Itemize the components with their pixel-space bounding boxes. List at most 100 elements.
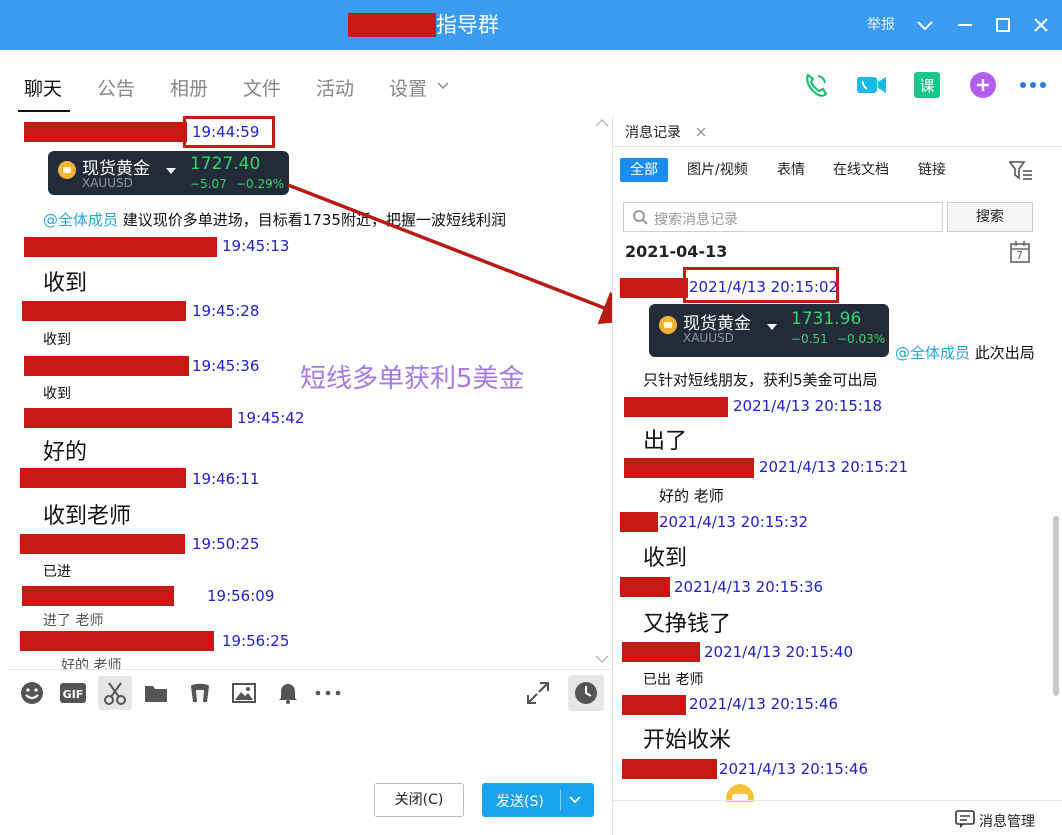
close-history-icon[interactable] xyxy=(695,122,707,142)
filter-funnel-icon[interactable] xyxy=(1008,160,1033,186)
tab-files[interactable]: 文件 xyxy=(243,74,281,101)
minimize-icon[interactable] xyxy=(950,10,980,40)
maximize-icon[interactable] xyxy=(988,10,1018,40)
message-text: 收到 xyxy=(43,386,71,402)
caret-down-icon xyxy=(166,161,176,180)
tab-album[interactable]: 相册 xyxy=(170,74,208,101)
redacted-sender xyxy=(622,642,700,662)
message-text: 已出 老师 xyxy=(643,672,704,688)
bell-icon[interactable] xyxy=(275,680,301,706)
music-icon[interactable] xyxy=(187,680,213,706)
search-button[interactable]: 搜索 xyxy=(947,202,1033,232)
message-text: 进了 老师 xyxy=(43,613,104,629)
gold-quote-card[interactable]: 现货黄金 XAUUSD 1727.40 −5.07 −0.29% xyxy=(48,151,289,195)
message-text: 收到 xyxy=(643,546,688,571)
mention-all[interactable]: @全体成员 xyxy=(895,344,970,362)
quote-change: −0.51 xyxy=(791,332,828,346)
active-tab-indicator xyxy=(18,110,70,112)
filter-links[interactable]: 链接 xyxy=(918,158,946,182)
send-button[interactable]: 发送(S) xyxy=(482,783,594,817)
redacted-sender xyxy=(620,512,658,532)
window-title: 指导群 xyxy=(436,13,499,37)
redacted-sender xyxy=(24,408,232,428)
history-tab[interactable]: 消息记录 xyxy=(625,122,681,142)
image-icon[interactable] xyxy=(231,680,257,706)
redacted-sender xyxy=(24,122,187,142)
message-time: 2021/4/13 20:15:32 xyxy=(659,513,809,531)
redacted-sender xyxy=(24,237,217,257)
filter-emoji[interactable]: 表情 xyxy=(777,158,805,182)
screenshot-scissors-icon[interactable] xyxy=(98,676,132,710)
add-app-icon[interactable] xyxy=(968,70,998,100)
video-call-icon[interactable] xyxy=(856,70,886,100)
message-manage-icon[interactable] xyxy=(955,810,975,832)
voice-call-icon[interactable] xyxy=(801,70,831,100)
redacted-sender xyxy=(20,468,186,488)
message-text: 收到 xyxy=(43,332,71,348)
search-placeholder: 搜索消息记录 xyxy=(654,212,738,228)
search-icon xyxy=(632,209,648,229)
close-icon[interactable] xyxy=(1026,10,1056,40)
message-manage-button[interactable]: 消息管理 xyxy=(979,811,1035,831)
redacted-sender xyxy=(622,695,686,715)
quote-price: 1731.96 xyxy=(791,309,862,329)
message-time: 2021/4/13 20:15:40 xyxy=(704,643,854,661)
redacted-sender xyxy=(24,356,189,376)
tab-settings[interactable]: 设置 xyxy=(389,74,427,101)
tab-announcement[interactable]: 公告 xyxy=(97,74,135,101)
course-icon[interactable]: 课 xyxy=(912,70,942,100)
scroll-down-icon[interactable] xyxy=(595,652,609,668)
message-time: 2021/4/13 20:15:21 xyxy=(759,458,909,476)
redacted-sender xyxy=(624,458,754,478)
message-time: 2021/4/13 20:15:18 xyxy=(733,397,883,415)
tab-activity[interactable]: 活动 xyxy=(316,74,354,101)
filter-all[interactable]: 全部 xyxy=(620,158,668,182)
close-button[interactable]: 关闭(C) xyxy=(374,783,464,817)
quote-change-pct: −0.03% xyxy=(837,332,886,346)
svg-text:课: 课 xyxy=(919,77,934,95)
redacted-sender xyxy=(622,759,717,779)
message-time: 19:45:42 xyxy=(237,409,305,427)
filter-media[interactable]: 图片/视频 xyxy=(687,158,748,182)
report-button[interactable]: 举报 xyxy=(867,14,895,34)
send-separator xyxy=(560,789,561,811)
gif-icon[interactable]: GIF xyxy=(59,680,86,706)
caret-down-icon xyxy=(767,317,777,336)
divider xyxy=(613,146,1062,147)
message-text: 出了 xyxy=(643,429,688,454)
redacted-sender xyxy=(20,631,214,651)
emoji-icon[interactable] xyxy=(19,680,45,706)
message-input[interactable] xyxy=(7,715,611,835)
expand-icon[interactable] xyxy=(525,680,551,706)
folder-icon[interactable] xyxy=(143,680,169,706)
history-panel: 消息记录 全部 图片/视频 表情 在线文档 链接 搜索消息记录 搜索 2021-… xyxy=(612,116,1062,835)
message-time: 19:56:25 xyxy=(222,632,290,650)
settings-chevron-icon[interactable] xyxy=(436,78,450,97)
history-scrollbar[interactable] xyxy=(1053,516,1059,696)
send-label: 发送(S) xyxy=(496,794,544,810)
send-options-icon[interactable] xyxy=(568,789,582,813)
search-input[interactable]: 搜索消息记录 xyxy=(623,202,943,232)
message-text: 开始收米 xyxy=(643,728,732,753)
message-text: @全体成员 建议现价多单进场，目标看1735附近，把握一波短线利润 xyxy=(43,211,506,229)
quote-symbol: XAUUSD xyxy=(82,176,133,190)
redacted-sender xyxy=(624,397,728,417)
history-footer: 消息管理 xyxy=(613,800,1062,835)
filter-docs[interactable]: 在线文档 xyxy=(833,158,889,182)
more-icon[interactable] xyxy=(1018,70,1048,100)
input-toolbar: GIF xyxy=(7,669,611,715)
redacted-sender xyxy=(20,534,185,554)
gold-quote-card[interactable]: 现货黄金 XAUUSD 1731.96 −0.51 −0.03% xyxy=(649,304,889,357)
calendar-icon[interactable]: 7 xyxy=(1009,240,1031,268)
mention-all[interactable]: @全体成员 xyxy=(43,211,118,229)
tab-chat[interactable]: 聊天 xyxy=(24,74,62,101)
message-time: 2021/4/13 20:15:36 xyxy=(674,578,824,596)
message-text: 又挣钱了 xyxy=(643,612,732,637)
more-tools-icon[interactable] xyxy=(313,680,341,706)
redacted-sender xyxy=(620,577,670,597)
gold-coin-icon xyxy=(58,161,76,179)
history-clock-icon[interactable] xyxy=(568,675,604,711)
scroll-up-icon[interactable] xyxy=(595,116,609,132)
quote-symbol: XAUUSD xyxy=(683,331,734,345)
chevron-down-icon[interactable] xyxy=(910,10,940,40)
